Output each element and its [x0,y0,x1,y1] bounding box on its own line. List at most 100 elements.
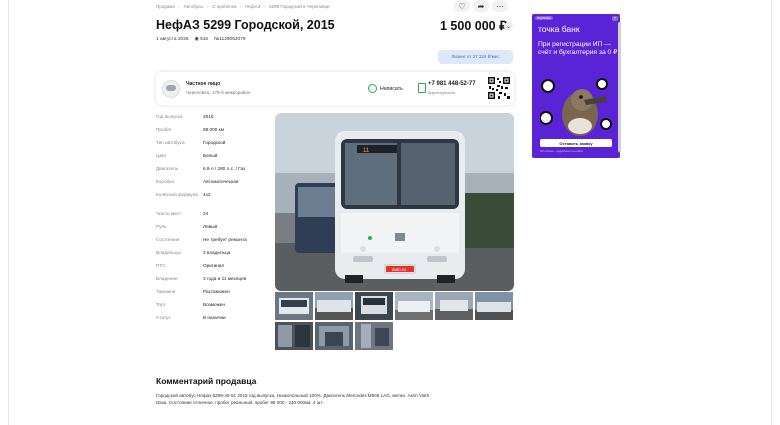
spec-value: Белый [203,153,218,158]
scroll-up-icon[interactable]: ▲ [617,14,621,19]
comment-title: Комментарий продавца [156,376,257,386]
photo-watermark: auto.ru [392,267,407,272]
spec-value: 6.9 л / 280 л.с. / Газ [203,166,246,171]
spec-row: Тип автобуса Городской [156,140,266,153]
spec-label: Владение [156,276,178,281]
spec-value: В наличии [203,315,226,320]
spec-row: Руль Левый [156,224,266,237]
breadcrumb: Продажа › Автобусы › С пробегом › НефАЗ › 52… [156,4,330,9]
spec-row: Коробка Автоматическая [156,179,266,192]
spec-row: Статус В наличии [156,315,266,328]
ad-brand: точка банк [538,24,580,34]
listing-id: №1129062079 [214,37,246,42]
write-label: Написать [380,85,403,92]
chevron-down-icon[interactable]: ⌄ [504,22,513,31]
scroll-down-icon[interactable]: ▼ [617,150,621,155]
spec-label: ПТС [156,263,166,268]
photo-thumbnail[interactable] [355,322,393,350]
spec-label: Год выпуска [156,114,183,119]
spec-label: Руль [156,224,167,229]
seller-card: Частное лицо Череповец, 178-й микрорайон… [156,72,514,105]
spec-label: Число мест [156,211,182,216]
spec-value: Растаможен [203,289,230,294]
views-count: ◉ 516 [195,37,209,42]
ad-headline: При регистрации ИП — счёт и бухгалтерия … [538,41,618,56]
spec-label: Двигатель [156,166,179,171]
spec-value: 24 [203,211,209,216]
spec-row: Двигатель 6.9 л / 280 л.с. / Газ [156,166,266,179]
page-border-right [771,0,772,425]
main-photo[interactable]: 11 auto.ru [275,113,514,291]
spec-row: Пробег 98 000 км [156,127,266,140]
spec-row: Таможня Растаможен [156,289,266,302]
photo-thumbnail[interactable] [315,322,353,350]
listing-date: 1 августа 2025 [156,37,189,42]
more-dots-icon[interactable]: ⋯ [492,0,508,12]
breadcrumb-item[interactable]: Продажа [156,4,175,9]
spec-value: 3 года и 11 месяцев [203,276,247,281]
photo-thumbnail[interactable] [435,292,473,320]
spec-value: 2015 [203,114,214,119]
spec-value: 3 владельца [203,250,231,255]
breadcrumb-item[interactable]: 5299 Городской в Череповце [269,4,329,9]
ad-mascot-image [540,78,612,136]
comment-text: Городской автобус Нефаз 5299-40-51 2015 … [156,393,430,405]
ad-banner[interactable]: РЕКЛАМА × точка банк При регистрации ИП … [532,14,620,158]
scrollbar[interactable] [618,22,621,152]
specs-table: Год выпуска 2015 Пробег 98 000 км Тип автобу… [156,114,266,328]
page-border-left [8,0,9,425]
price: 1 500 000 ₽ [440,19,508,33]
photo-thumbnail[interactable] [275,322,313,350]
spec-row: Торг Возможен [156,302,266,315]
spec-label: Пробег [156,127,172,132]
ad-badge: РЕКЛАМА [535,16,554,20]
spec-row: Состояние Не требует ремонта [156,237,266,250]
ad-cta-button[interactable]: Оставить заявку [540,139,612,147]
favorite-heart-icon[interactable]: ♡ [454,0,470,12]
spec-row: Владельцы 3 владельца [156,250,266,263]
photo-thumbnail[interactable] [275,292,313,320]
qr-code-icon [487,76,511,100]
write-message-button[interactable]: … Написать [368,84,403,93]
route-number: 11 [363,148,370,154]
spec-label: Состояние [156,237,180,242]
spec-label: Статус [156,315,171,320]
views-value: 516 [200,37,209,42]
chat-bubble-icon: … [368,84,377,93]
ad-disclaimer: АО «Точка» · подробности на сайте [540,150,583,153]
spec-value: Не требует ремонта [203,237,247,242]
seller-location: Череповец, 178-й микрорайон [186,90,251,95]
spec-row: Владение 3 года и 11 месяцев [156,276,266,289]
spec-label: Владельцы [156,250,181,255]
bus-photo-image: 11 auto.ru [275,113,514,291]
breadcrumb-item[interactable]: Автобусы [184,4,204,9]
photo-thumbnail[interactable] [395,292,433,320]
spec-value: Автоматическая [203,179,239,184]
photo-thumbnail[interactable] [475,292,513,320]
share-icon[interactable]: ➦ [473,0,489,12]
spec-label: Тип автобуса [156,140,185,145]
spec-row: ПТС Оригинал [156,263,266,276]
spec-value: 4x2 [203,192,211,197]
phone-hours: Круглосуточно [428,90,455,95]
spec-label: Цвет [156,153,167,158]
spec-value: Возможен [203,302,225,307]
avatar [162,80,180,98]
breadcrumb-item[interactable]: С пробегом [212,4,236,9]
spec-label: Коробка [156,179,174,184]
spec-label: Колёсная формула [156,192,198,197]
seller-type: Частное лицо [186,81,221,87]
spec-value: 98 000 км [203,127,224,132]
page-title: НефАЗ 5299 Городской, 2015 [156,18,335,32]
spec-value: Левый [203,224,218,229]
spec-row: Цвет Белый [156,153,266,166]
breadcrumb-item[interactable]: НефАЗ [245,4,260,9]
leasing-button[interactable]: Лизинг от 27 324 ₽/мес [438,50,513,64]
spec-value: Городской [203,140,226,145]
phone-icon [418,83,426,93]
spec-row: Число мест 24 [156,211,266,224]
spec-row: Колёсная формула 4x2 [156,192,266,211]
photo-thumbnail[interactable] [355,292,393,320]
photo-thumbnail[interactable] [315,292,353,320]
phone-number[interactable]: +7 981 448-52-77 [428,81,476,87]
